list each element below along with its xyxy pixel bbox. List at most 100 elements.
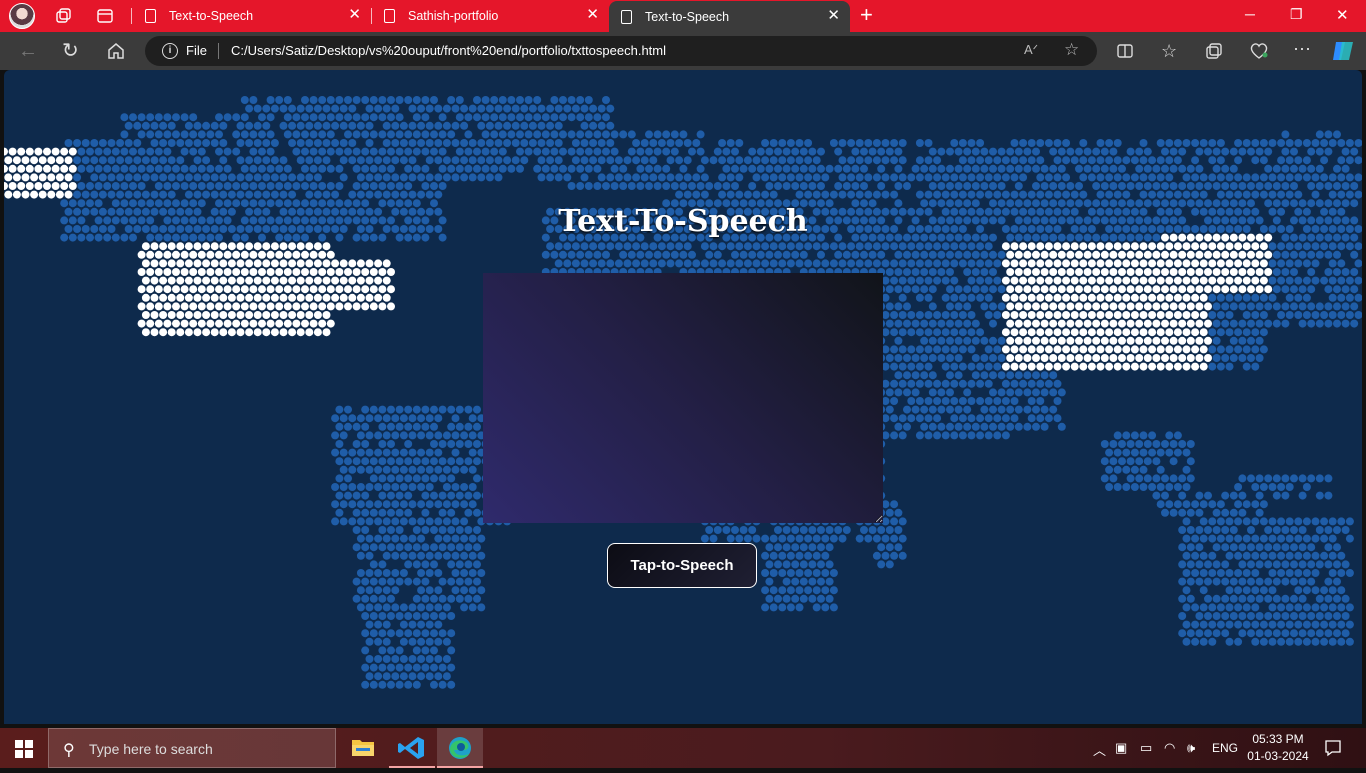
map-dot	[993, 397, 1002, 405]
map-highlight-dot	[176, 328, 185, 337]
map-dot	[976, 414, 985, 423]
map-dot	[352, 594, 361, 603]
map-dot	[404, 96, 413, 104]
map-dot	[799, 147, 808, 156]
vscode-icon[interactable]	[389, 728, 435, 768]
map-dot	[374, 465, 383, 474]
speech-text-input[interactable]	[483, 273, 883, 523]
map-dot	[597, 104, 606, 113]
map-dot	[369, 147, 378, 156]
map-highlight-dot	[1118, 268, 1126, 276]
map-highlight-dot	[1195, 319, 1204, 328]
workspaces-icon[interactable]	[54, 7, 72, 25]
browser-essentials-icon[interactable]	[1249, 42, 1269, 60]
tap-to-speech-button[interactable]: Tap-to-Speech	[607, 543, 757, 588]
map-highlight-dot	[1036, 242, 1045, 251]
map-dot	[847, 259, 856, 268]
map-dot	[1221, 629, 1230, 638]
refresh-icon[interactable]: ↻	[62, 41, 79, 61]
close-tab-icon[interactable]: ✕	[348, 7, 361, 23]
map-dot	[249, 147, 258, 156]
home-icon[interactable]	[107, 42, 125, 60]
favorite-star-icon[interactable]: ☆	[1064, 40, 1079, 60]
map-dot	[885, 560, 894, 569]
map-dot	[1092, 182, 1101, 190]
map-dot	[1049, 388, 1058, 397]
show-hidden-icons-icon[interactable]: ︿	[1093, 740, 1106, 759]
map-highlight-dot	[159, 259, 168, 268]
map-dot	[365, 500, 374, 509]
close-tab-icon[interactable]: ✕	[827, 8, 840, 24]
map-dot	[907, 362, 916, 371]
map-dot	[941, 293, 950, 302]
taskbar-search-box[interactable]: ⚲ Type here to search	[48, 728, 336, 768]
language-indicator[interactable]: ENG	[1212, 741, 1238, 755]
map-dot	[1255, 629, 1264, 638]
read-aloud-icon[interactable]: Aᐟ	[1024, 42, 1038, 58]
map-highlight-dot	[1070, 362, 1079, 371]
map-dot	[765, 147, 774, 156]
map-dot	[1315, 250, 1324, 259]
close-tab-icon[interactable]: ✕	[586, 7, 599, 23]
map-highlight-dot	[1242, 242, 1251, 251]
volume-icon[interactable]: 🕪	[1187, 740, 1195, 756]
map-dot	[387, 147, 395, 156]
favorites-icon[interactable]: ☆	[1161, 41, 1177, 61]
copilot-icon[interactable]	[1331, 40, 1355, 62]
map-dot	[1247, 612, 1255, 620]
plus-icon[interactable]: +	[860, 4, 873, 26]
map-highlight-dot	[309, 302, 318, 311]
tab-text-to-speech-1[interactable]: Text-to-Speech ✕	[133, 0, 371, 32]
system-clock[interactable]: 05:33 PM 01-03-2024	[1245, 731, 1311, 765]
map-highlight-dot	[1027, 311, 1036, 319]
map-dot	[378, 680, 387, 689]
map-dot	[1006, 422, 1015, 431]
map-dot	[920, 336, 929, 345]
wifi-icon[interactable]: ◠	[1164, 740, 1175, 756]
battery-icon[interactable]: ▭	[1140, 740, 1152, 756]
map-dot	[1247, 474, 1255, 483]
profile-avatar[interactable]	[9, 3, 35, 29]
file-explorer-icon[interactable]	[340, 728, 386, 768]
map-highlight-dot	[172, 302, 180, 311]
info-icon[interactable]: i	[162, 43, 178, 59]
map-highlight-dot	[64, 156, 73, 165]
map-highlight-dot	[34, 182, 43, 190]
map-dot	[1337, 156, 1346, 165]
map-dot	[98, 190, 107, 199]
map-dot	[1225, 311, 1234, 319]
minimize-button[interactable]: ─	[1245, 6, 1255, 22]
map-dot	[348, 465, 357, 474]
map-dot	[838, 190, 847, 199]
map-highlight-dot	[159, 293, 168, 302]
back-icon[interactable]: ←	[18, 41, 38, 61]
map-dot	[374, 156, 383, 165]
meet-now-icon[interactable]: ▣	[1115, 740, 1127, 756]
map-highlight-dot	[215, 250, 223, 259]
tab-sathish-portfolio[interactable]: Sathish-portfolio ✕	[372, 0, 609, 32]
map-dot	[1251, 517, 1260, 526]
map-dot	[1337, 190, 1346, 199]
windows-start-icon[interactable]	[15, 740, 33, 758]
split-screen-icon[interactable]	[1116, 42, 1134, 60]
map-dot	[765, 594, 774, 603]
more-icon[interactable]: ⋯	[1293, 39, 1311, 59]
map-dot	[602, 250, 610, 259]
notification-icon[interactable]	[1324, 739, 1342, 757]
map-dot	[1302, 311, 1311, 319]
restore-button[interactable]: ❐	[1290, 6, 1303, 23]
collections-icon[interactable]	[1205, 42, 1223, 60]
tab-actions-icon[interactable]	[96, 7, 114, 25]
url-text[interactable]: C:/Users/Satiz/Desktop/vs%20ouput/front%…	[231, 43, 666, 58]
map-dot	[490, 96, 499, 104]
map-dot	[1006, 388, 1015, 397]
close-window-button[interactable]: ✕	[1336, 6, 1349, 24]
edge-icon[interactable]	[437, 728, 483, 768]
map-dot	[434, 121, 443, 130]
map-dot	[202, 156, 211, 165]
map-highlight-dot	[1001, 311, 1010, 319]
map-dot	[907, 414, 916, 423]
map-highlight-dot	[1122, 259, 1131, 268]
tab-text-to-speech-active[interactable]: Text-to-Speech ✕	[609, 1, 850, 33]
address-bar[interactable]: i File C:/Users/Satiz/Desktop/vs%20ouput…	[145, 36, 1097, 66]
